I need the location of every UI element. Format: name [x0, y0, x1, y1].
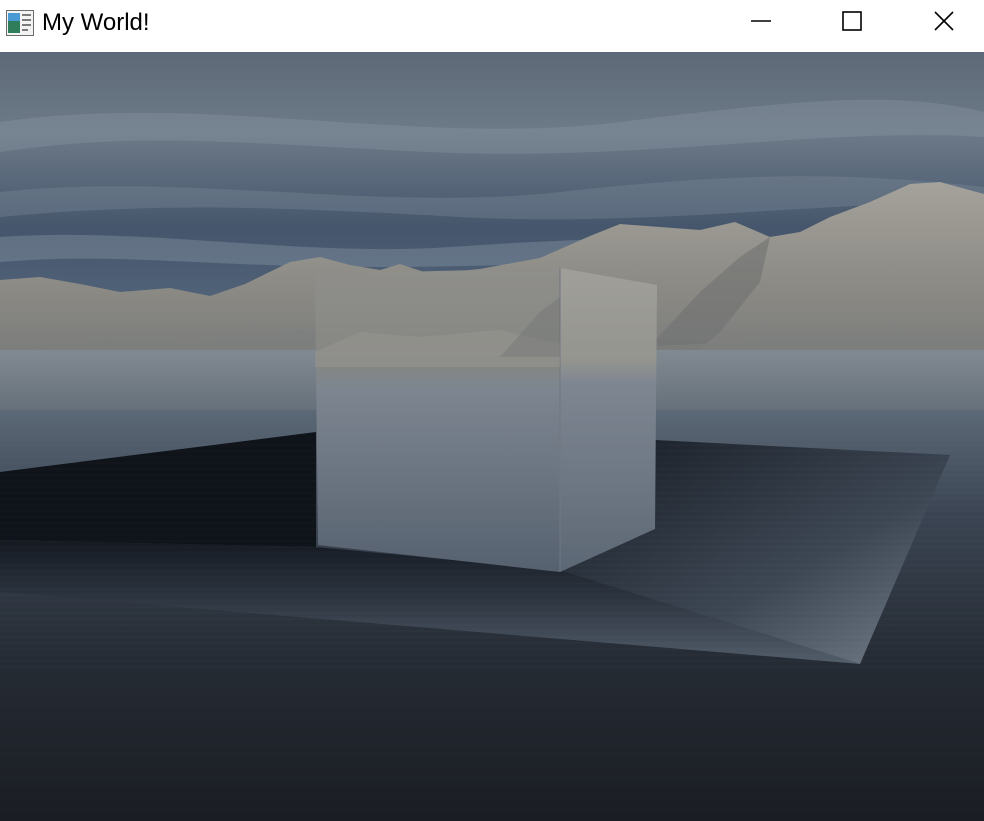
maximize-button[interactable]: [806, 0, 898, 46]
cube-side-face: [560, 268, 657, 572]
app-window: My World!: [0, 0, 984, 821]
close-icon: [933, 10, 955, 37]
minimize-button[interactable]: [715, 0, 807, 46]
minimize-icon: [750, 10, 772, 37]
window-title: My World!: [42, 9, 150, 36]
title-bar[interactable]: My World!: [0, 0, 984, 48]
close-button[interactable]: [898, 0, 984, 46]
game-viewport[interactable]: [0, 52, 984, 821]
cube-front-face: [315, 268, 560, 572]
scene-canvas: [0, 52, 984, 821]
app-window-icon: [6, 10, 34, 36]
maximize-icon: [841, 10, 863, 37]
